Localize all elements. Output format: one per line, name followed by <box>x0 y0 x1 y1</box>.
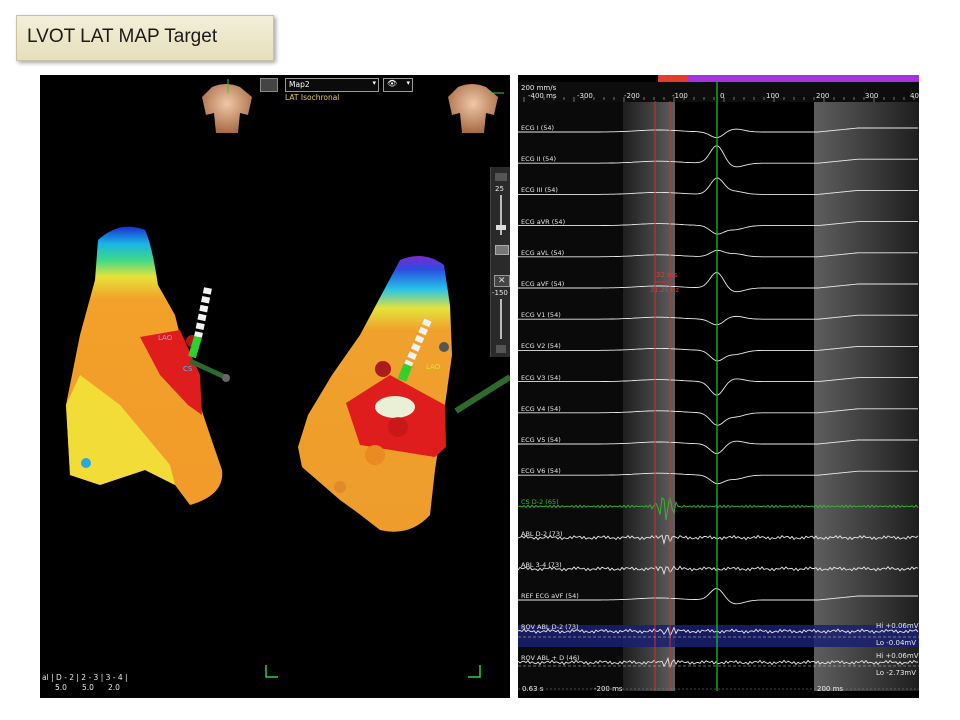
tick-label: -400 ms <box>528 92 557 100</box>
annotation-bar <box>688 75 919 82</box>
lead-label: ECG III (54) <box>521 186 558 195</box>
ecg-viewer-panel[interactable]: 200 mm/s -400 ms -300 -200 -100 0 100 20… <box>518 75 919 698</box>
slider-track-bottom[interactable] <box>500 299 502 339</box>
caliper-label: 32 ms <box>656 271 678 279</box>
chevron-down-icon: ▾ <box>406 80 410 87</box>
tick-label: 300 <box>865 92 879 100</box>
tick-label: 40 <box>910 92 919 100</box>
slider-top-value: 25 <box>495 185 504 193</box>
slide-title: LVOT LAT MAP Target <box>27 26 218 47</box>
slider-bottom-value: -150 <box>492 289 508 297</box>
cs-label: CS <box>183 365 193 373</box>
slide-title-box: LVOT LAT MAP Target <box>16 15 274 61</box>
slider-top-icon[interactable] <box>495 173 507 181</box>
lead-label: REF ECG aVF (54) <box>521 592 579 600</box>
crop-corner-marker <box>468 665 481 678</box>
color-range-slider-panel[interactable]: 25 ✕ -150 <box>490 167 510 357</box>
lead-label: ECG aVF (54) <box>521 280 565 288</box>
lao-label-left: LAO <box>158 334 173 342</box>
torso-orientation-icon-right[interactable] <box>448 84 498 133</box>
hi-threshold-2: Hi +0.06mV <box>876 652 919 660</box>
map-3d-view[interactable] <box>40 75 510 698</box>
bottom-value-2: 5.0 <box>82 683 94 692</box>
map-select-dropdown[interactable]: Map2 ▾ <box>285 78 379 92</box>
bottom-value-1: 5.0 <box>55 683 67 692</box>
lao-label-right: LAO <box>426 363 441 371</box>
chevron-down-icon: ▾ <box>372 80 376 87</box>
visibility-dropdown[interactable]: 👁 ▾ <box>383 78 413 92</box>
window-shade-right <box>814 101 919 691</box>
bottom-time-right: 200 ms <box>817 685 844 693</box>
crop-corner-marker <box>265 665 278 678</box>
tick-label: 100 <box>766 92 780 100</box>
lead-label: ECG V6 (54) <box>521 467 561 476</box>
bottom-channel-labels: al | D - 2 | 2 - 3 | 3 - 4 | <box>42 673 128 682</box>
sweep-speed: 200 mm/s <box>521 84 557 92</box>
lead-label: ECG V4 (54) <box>521 404 561 413</box>
map-toolbar-icon[interactable] <box>260 78 278 92</box>
lo-threshold-1: Lo -0.04mV <box>876 639 917 647</box>
close-icon[interactable]: ✕ <box>494 275 510 287</box>
lead-label: ECG V1 (54) <box>521 311 561 320</box>
lead-label: ECG V2 (54) <box>521 342 561 351</box>
map-select-value: Map2 <box>289 80 310 89</box>
window-shade-left <box>623 101 675 691</box>
lead-label: CS D-2 (65) <box>521 498 559 507</box>
tick-label: 200 <box>816 92 830 100</box>
tick-label: -200 <box>624 92 640 100</box>
lead-label: ECG I (54) <box>521 124 555 132</box>
lead-label: ABL D-2 (73) <box>521 529 563 538</box>
slider-handle-top[interactable] <box>496 225 506 230</box>
eye-icon: 👁 <box>387 79 398 88</box>
hi-threshold-1: Hi +0.06mV <box>876 622 919 630</box>
lead-label: ECG II (54) <box>521 155 556 164</box>
torso-orientation-icon-left[interactable] <box>202 84 252 133</box>
map-type-label: LAT Isochronal <box>285 93 340 102</box>
lead-label: ECG aVR (54) <box>521 217 566 226</box>
bottom-time-mid: -200 ms <box>594 685 623 693</box>
map-viewer-panel[interactable]: LAO CS LAO Map2 ▾ 👁 ▾ LAT Isochronal 25 … <box>40 75 510 698</box>
lead-label: ECG V3 (54) <box>521 373 561 382</box>
ecg-trace-canvas[interactable] <box>518 75 919 698</box>
bottom-value-3: 2.0 <box>108 683 120 692</box>
lead-label: ROV ABL + D (46) <box>521 654 580 663</box>
lead-label: ABL 3-4 (73) <box>521 560 562 569</box>
lock-icon[interactable] <box>496 345 506 353</box>
lo-threshold-2: Lo -2.73mV <box>876 669 917 677</box>
tick-label: 0 <box>720 92 725 100</box>
bottom-time-left: 0.63 s <box>522 685 544 693</box>
lead-label: ECG aVL (54) <box>521 248 565 257</box>
tick-label: -100 <box>672 92 688 100</box>
tick-label: -300 <box>577 92 593 100</box>
lead-label: ECG V5 (54) <box>521 436 561 444</box>
heart-model-right[interactable] <box>298 256 452 532</box>
caliper-sub-label: 31.25 Hz <box>650 286 679 294</box>
slider-mid-icon[interactable] <box>495 245 509 255</box>
lead-label: ROV ABL D-2 (73) <box>521 623 579 632</box>
